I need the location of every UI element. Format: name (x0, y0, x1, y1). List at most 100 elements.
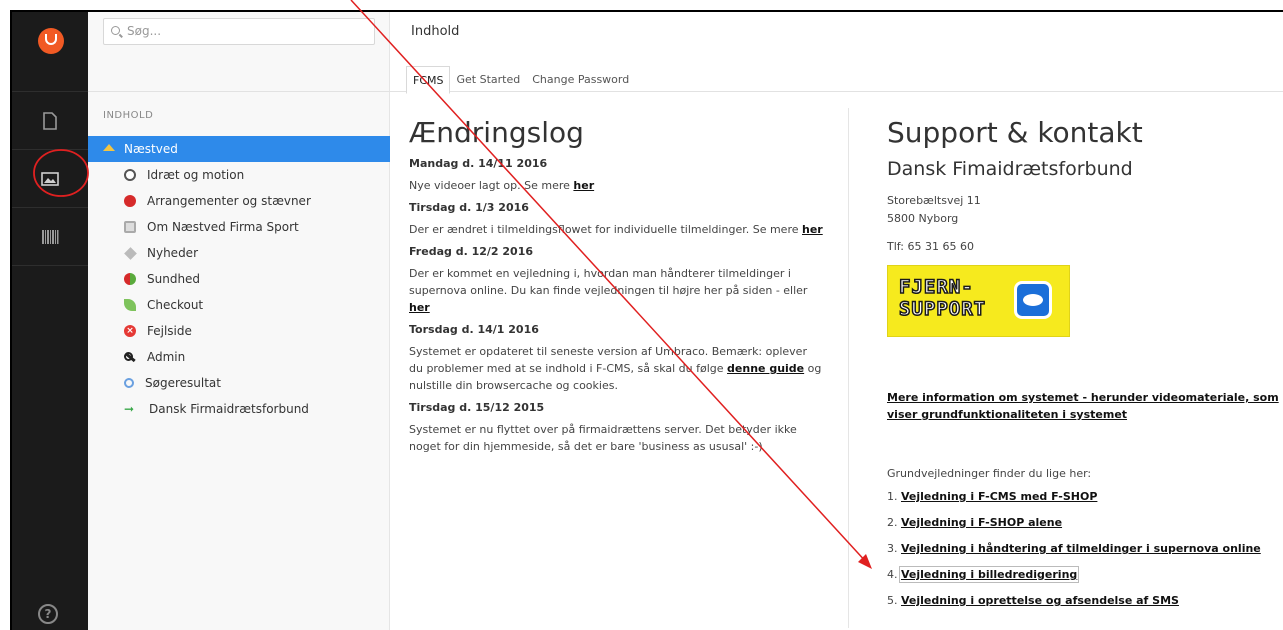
log-link[interactable]: her (802, 223, 823, 236)
log-text: Der er kommet en vejledning i, hvordan m… (409, 265, 824, 316)
umbraco-backoffice: ? Søg... INDHOLD Næstved Idræt og motion… (10, 10, 1283, 630)
org-name: Dansk Fimaidrætsforbund (887, 158, 1133, 180)
content-section[interactable] (12, 92, 88, 150)
phone: Tlf: 65 31 65 60 (887, 240, 974, 253)
tree-item-om[interactable]: Om Næstved Firma Sport (88, 214, 390, 240)
log-text: Der er ændret i tilmeldingsflowet for in… (409, 221, 824, 238)
list-item: 5. Vejledning i oprettelse og afsendelse… (887, 592, 1283, 618)
tree-root-naestved[interactable]: Næstved (88, 136, 390, 162)
tree-item-label: Om Næstved Firma Sport (147, 220, 299, 234)
tree-item-sundhed[interactable]: Sundhed (88, 266, 390, 292)
log-link[interactable]: denne guide (727, 362, 804, 375)
editor-header: Indhold FCMS Get Started Change Password (390, 12, 1283, 94)
tree-item-label: Admin (147, 350, 186, 364)
media-icon (41, 171, 59, 186)
log-date: Tirsdag d. 1/3 2016 (409, 201, 529, 214)
address: Storebæltsvej 11 5800 Nyborg (887, 192, 1283, 228)
log-date: Fredag d. 12/2 2016 (409, 245, 534, 258)
guides-intro: Grundvejledninger finder du lige her: (887, 467, 1092, 480)
log-date: Mandag d. 14/11 2016 (409, 157, 548, 170)
tab-change-password[interactable]: Change Password (526, 66, 635, 94)
log-text: Systemet er nu flyttet over på firmaidræ… (409, 421, 824, 455)
address-street: Storebæltsvej 11 (887, 194, 981, 207)
changelog-column: Ændringslog Mandag d. 14/11 2016 Nye vid… (409, 116, 824, 455)
tree-item-label: Idræt og motion (147, 168, 245, 182)
log-body: Der er kommet en vejledning i, hvordan m… (409, 267, 808, 297)
list-item: 3. Vejledning i håndtering af tilmelding… (887, 540, 1283, 566)
error-icon: × (124, 325, 136, 337)
ball-icon (124, 169, 136, 181)
log-body: Systemet er nu flyttet over på firmaidræ… (409, 423, 797, 453)
log-body: Nye videoer lagt op. Se mere (409, 179, 574, 192)
umbraco-logo-icon[interactable] (38, 28, 64, 54)
banner-line1: FJERN- (898, 275, 974, 299)
tree-header: Søg... (88, 12, 390, 92)
tree-item-nyheder[interactable]: Nyheder (88, 240, 390, 266)
tab-fcms[interactable]: FCMS (406, 66, 451, 94)
tree-item-checkout[interactable]: Checkout (88, 292, 390, 318)
help-icon[interactable]: ? (38, 604, 58, 624)
guide-number: 4. (887, 568, 898, 581)
search-icon (124, 378, 134, 388)
column-divider (848, 108, 849, 628)
log-link[interactable]: her (409, 301, 430, 314)
tree-item-arrangementer[interactable]: Arrangementer og stævner (88, 188, 390, 214)
forms-section[interactable] (12, 208, 88, 266)
tree-item-label: Sundhed (147, 272, 201, 286)
guide-list: 1. Vejledning i F-CMS med F-SHOP 2. Vejl… (887, 488, 1283, 618)
arrow-right-icon: ➞ (124, 402, 135, 416)
more-info-link[interactable]: Mere information om systemet - herunder … (887, 389, 1283, 423)
support-heading: Support & kontakt (887, 116, 1143, 149)
address-city: 5800 Nyborg (887, 212, 959, 225)
media-section[interactable] (12, 150, 88, 208)
barcode-icon (42, 229, 59, 244)
search-input[interactable]: Søg... (103, 18, 375, 45)
guide-link[interactable]: Vejledning i håndtering af tilmeldinger … (901, 542, 1261, 555)
logo-section (12, 12, 88, 92)
tab-get-started[interactable]: Get Started (450, 66, 526, 94)
leaf-icon (124, 299, 136, 311)
list-item: 1. Vejledning i F-CMS med F-SHOP (887, 488, 1283, 514)
content-icon (43, 111, 57, 130)
section-rail: ? (12, 12, 88, 630)
editor-panel: Indhold FCMS Get Started Change Password… (390, 12, 1283, 630)
banner-line2: SUPPORT (898, 297, 987, 321)
guide-link[interactable]: Vejledning i oprettelse og afsendelse af… (901, 594, 1179, 607)
list-item: 2. Vejledning i F-SHOP alene (887, 514, 1283, 540)
guide-link[interactable]: Vejledning i F-SHOP alene (901, 516, 1062, 529)
tree-item-idraet[interactable]: Idræt og motion (88, 162, 390, 188)
tree-item-label: Dansk Firmaidrætsforbund (149, 402, 309, 416)
support-column: Support & kontakt Dansk Fimaidrætsforbun… (887, 116, 1283, 618)
tree-item-admin[interactable]: Admin (88, 344, 390, 370)
remote-support-banner[interactable]: FJERN- SUPPORT (887, 265, 1070, 337)
wrench-icon (124, 351, 136, 363)
log-link[interactable]: her (573, 179, 594, 192)
log-date: Tirsdag d. 15/12 2015 (409, 401, 545, 414)
tree-item-label: Næstved (124, 142, 178, 156)
guide-number: 1. (887, 490, 898, 503)
list-item: 4. Vejledning i billedredigering (887, 566, 1283, 592)
guide-link[interactable]: Vejledning i billedredigering (898, 566, 1080, 583)
tag-icon (124, 246, 137, 260)
log-date: Torsdag d. 14/1 2016 (409, 323, 539, 336)
guide-number: 2. (887, 516, 898, 529)
guide-link[interactable]: Vejledning i F-CMS med F-SHOP (901, 490, 1097, 503)
tree-item-fejlside[interactable]: × Fejlside (88, 318, 390, 344)
tree-item-dif[interactable]: ➞ Dansk Firmaidrætsforbund (88, 396, 390, 422)
page-title: Indhold (411, 24, 460, 39)
pills-icon (124, 273, 136, 285)
log-body: Der er ændret i tilmeldingsflowet for in… (409, 223, 802, 236)
tree-item-soegeresultat[interactable]: Søgeresultat (88, 370, 390, 396)
search-icon (111, 26, 120, 35)
banner-text: FJERN- SUPPORT (898, 275, 987, 321)
teamviewer-icon (1014, 281, 1052, 319)
box-icon (124, 221, 136, 233)
changelog-heading: Ændringslog (409, 116, 584, 149)
tree-section-label: INDHOLD (103, 110, 154, 121)
tree-item-label: Nyheder (147, 246, 198, 260)
tree-item-label: Søgeresultat (145, 376, 221, 390)
tree-item-label: Arrangementer og stævner (147, 194, 311, 208)
log-text: Systemet er opdateret til seneste versio… (409, 343, 824, 394)
editor-tabs: FCMS Get Started Change Password (406, 66, 635, 94)
log-text: Nye videoer lagt op. Se mere her (409, 177, 824, 194)
